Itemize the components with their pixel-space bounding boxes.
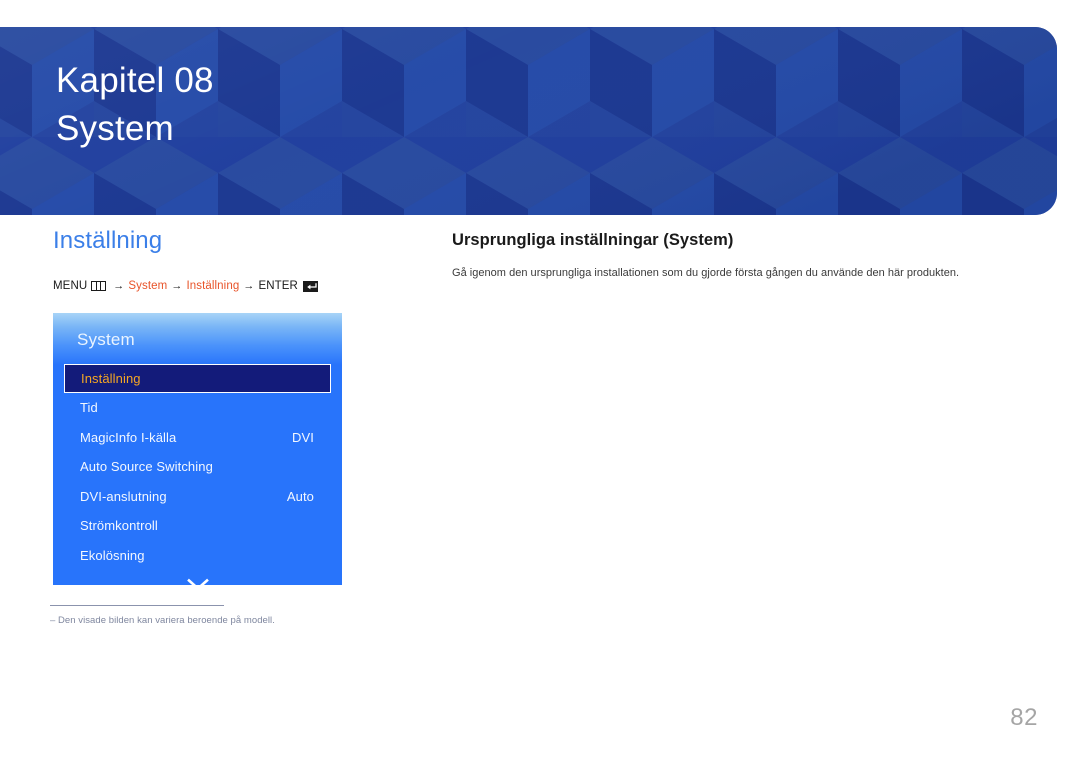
chapter-banner: Kapitel 08 System [0,27,1057,215]
chapter-label: Kapitel 08 [56,61,214,100]
page-number: 82 [1010,704,1038,731]
right-column: Ursprungliga inställningar (System) Gå i… [452,231,1032,282]
osd-item-dvi-anslutning[interactable]: DVI-anslutning Auto [53,482,342,512]
osd-item-installning[interactable]: Inställning [64,364,331,393]
osd-item-label: Tid [80,400,98,416]
footnote-divider [50,605,224,606]
breadcrumb-arrow-3: → [243,280,255,293]
osd-item-label: Strömkontroll [80,518,158,534]
osd-item-ekolosning[interactable]: Ekolösning [53,541,342,571]
breadcrumb-menu-label: MENU [53,280,88,293]
enter-return-icon [302,280,318,292]
osd-item-label: Ekolösning [80,547,145,563]
section-heading: Inställning [53,227,163,254]
osd-item-label: MagicInfo I-källa [80,429,177,445]
osd-item-stromkontroll[interactable]: Strömkontroll [53,511,342,541]
osd-menu-panel: System Inställning Tid MagicInfo I-källa… [53,313,342,585]
breadcrumb-arrow-1: → [113,280,125,293]
osd-item-tid[interactable]: Tid [53,393,342,423]
banner-text-block: Kapitel 08 System [56,63,214,146]
breadcrumb-crumb-installning: Inställning [186,280,240,293]
content-heading: Ursprungliga inställningar (System) [452,231,734,249]
breadcrumb-enter-label: ENTER [258,280,298,293]
chapter-title: System [56,109,174,148]
osd-item-label: Inställning [81,371,141,386]
content-description: Gå igenom den ursprungliga installatione… [452,266,960,279]
osd-title: System [77,330,135,349]
chevron-down-icon[interactable] [53,570,342,585]
breadcrumb-crumb-system: System [128,280,168,293]
manual-page: Kapitel 08 System Inställning MENU → Sys… [0,0,1080,763]
osd-item-label: Auto Source Switching [80,459,213,475]
osd-item-auto-source-switching[interactable]: Auto Source Switching [53,452,342,482]
osd-item-value: Auto [286,488,314,504]
left-column: Inställning MENU → System → Inställning … [53,227,413,292]
footnote-text: ‒ Den visade bilden kan variera beroende… [50,615,275,626]
osd-item-label: DVI-anslutning [80,488,167,504]
breadcrumb-arrow-2: → [171,280,183,293]
osd-item-magicinfo-i-kalla[interactable]: MagicInfo I-källa DVI [53,423,342,453]
osd-item-list: Inställning Tid MagicInfo I-källa DVI Au… [53,364,342,585]
footnote-block: ‒ Den visade bilden kan variera beroende… [50,605,380,626]
osd-item-value: DVI [292,429,314,445]
menu-grid-icon [91,281,107,292]
breadcrumb: MENU → System → Inställning → ENTER [53,280,413,292]
